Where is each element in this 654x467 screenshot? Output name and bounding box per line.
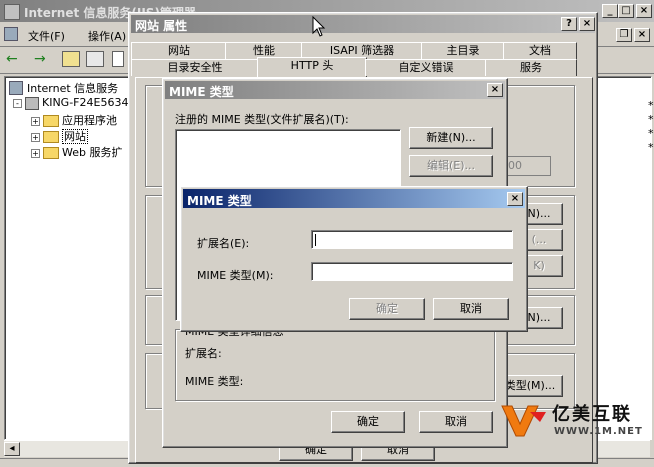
properties-title: 网站 属性 (135, 19, 188, 33)
menu-file[interactable]: 文件(F) (28, 28, 65, 44)
iis-app-icon (4, 4, 20, 20)
mime-type-dialog: MIME 类型 × 扩展名(E): MIME 类型(M): 确定 取消 (180, 186, 528, 332)
status-mark: * (648, 141, 654, 154)
tab-service[interactable]: 服务 (485, 59, 577, 76)
folder-icon (43, 147, 59, 159)
mime-type-titlebar[interactable]: MIME 类型 × (183, 189, 525, 208)
tree-item-websites[interactable]: + 网站 (31, 128, 88, 144)
mime-list-ok-button[interactable]: 确定 (331, 411, 405, 433)
iis-root-icon (9, 81, 23, 95)
collapse-icon[interactable]: - (13, 98, 22, 108)
mime-details-group (175, 329, 495, 401)
forward-arrow-icon[interactable]: → (34, 51, 46, 67)
expand-icon[interactable]: + (31, 132, 40, 142)
tab-custom-errors[interactable]: 自定义错误 (365, 59, 487, 76)
expand-icon[interactable]: + (31, 116, 40, 126)
extension-label: 扩展名(E): (197, 237, 250, 250)
child-close-button[interactable]: × (634, 28, 650, 42)
minimize-button[interactable]: _ (602, 4, 618, 18)
tab-website[interactable]: 网站 (131, 42, 227, 59)
edit-mime-button[interactable]: 编辑(E)... (409, 155, 493, 177)
watermark-brand: 亿美互联 (552, 404, 632, 425)
status-mark: * (648, 99, 654, 112)
mime-type-ok-button[interactable]: 确定 (349, 298, 425, 320)
tree-item-app-pools[interactable]: + 应用程序池 (31, 112, 117, 128)
content-pane[interactable]: * * * * (595, 76, 654, 440)
tab-documents[interactable]: 文档 (503, 42, 577, 59)
properties-close-button[interactable]: × (579, 17, 595, 31)
mime-list-title: MIME 类型 (169, 85, 234, 99)
mime-static-label: MIME 类型: (185, 375, 244, 388)
tree-root-iis[interactable]: Internet 信息服务 (9, 80, 118, 96)
mime-type-cancel-button[interactable]: 取消 (433, 298, 509, 320)
mime-list-close-button[interactable]: × (487, 83, 503, 97)
new-mime-button[interactable]: 新建(N)... (409, 127, 493, 149)
server-icon (25, 96, 39, 110)
menu-action[interactable]: 操作(A) (88, 28, 126, 44)
logo-mark-icon (501, 405, 546, 437)
tree-item-web-service-ext[interactable]: + Web 服务扩 (31, 144, 122, 160)
extension-input[interactable] (311, 230, 513, 249)
properties-titlebar[interactable]: 网站 属性 ? × (131, 15, 595, 33)
status-mark: * (648, 113, 654, 126)
text-cursor (315, 234, 316, 246)
back-arrow-icon[interactable]: ← (6, 51, 18, 67)
mime-type-title: MIME 类型 (187, 194, 252, 208)
mime-list-cancel-button[interactable]: 取消 (419, 411, 493, 433)
expand-icon[interactable]: + (31, 148, 40, 158)
properties-icon[interactable] (112, 51, 124, 67)
mime-type-close-button[interactable]: × (507, 192, 523, 206)
tab-home-directory[interactable]: 主目录 (421, 42, 505, 59)
registered-types-label: 注册的 MIME 类型(文件扩展名)(T): (175, 113, 349, 126)
scroll-left-button[interactable]: ◂ (4, 442, 20, 456)
mouse-cursor-icon (312, 16, 326, 37)
ext-static-label: 扩展名: (185, 347, 222, 360)
watermark-logo: 亿美互联 WWW.1M.NET (498, 398, 650, 444)
folder-icon (43, 131, 59, 143)
close-button[interactable]: × (636, 4, 652, 18)
tab-http-headers[interactable]: HTTP 头 (257, 57, 367, 78)
child-restore-button[interactable]: ❐ (616, 28, 632, 42)
help-button[interactable]: ? (561, 17, 577, 31)
mime-type-label: MIME 类型(M): (197, 269, 274, 282)
tree-pane[interactable]: Internet 信息服务 - KING-F24E5634 + 应用程序池 + 网站 … (4, 76, 132, 440)
console-icon (4, 27, 18, 41)
show-tree-icon[interactable] (86, 51, 104, 67)
tab-directory-security[interactable]: 目录安全性 (131, 59, 259, 76)
tree-server[interactable]: - KING-F24E5634 (13, 96, 128, 110)
maximize-button[interactable]: □ (618, 4, 634, 18)
mime-type-input[interactable] (311, 262, 513, 281)
folder-icon (43, 115, 59, 127)
status-mark: * (648, 127, 654, 140)
mime-list-titlebar[interactable]: MIME 类型 × (165, 81, 505, 99)
watermark-url: WWW.1M.NET (554, 426, 643, 437)
up-level-icon[interactable] (62, 51, 80, 67)
